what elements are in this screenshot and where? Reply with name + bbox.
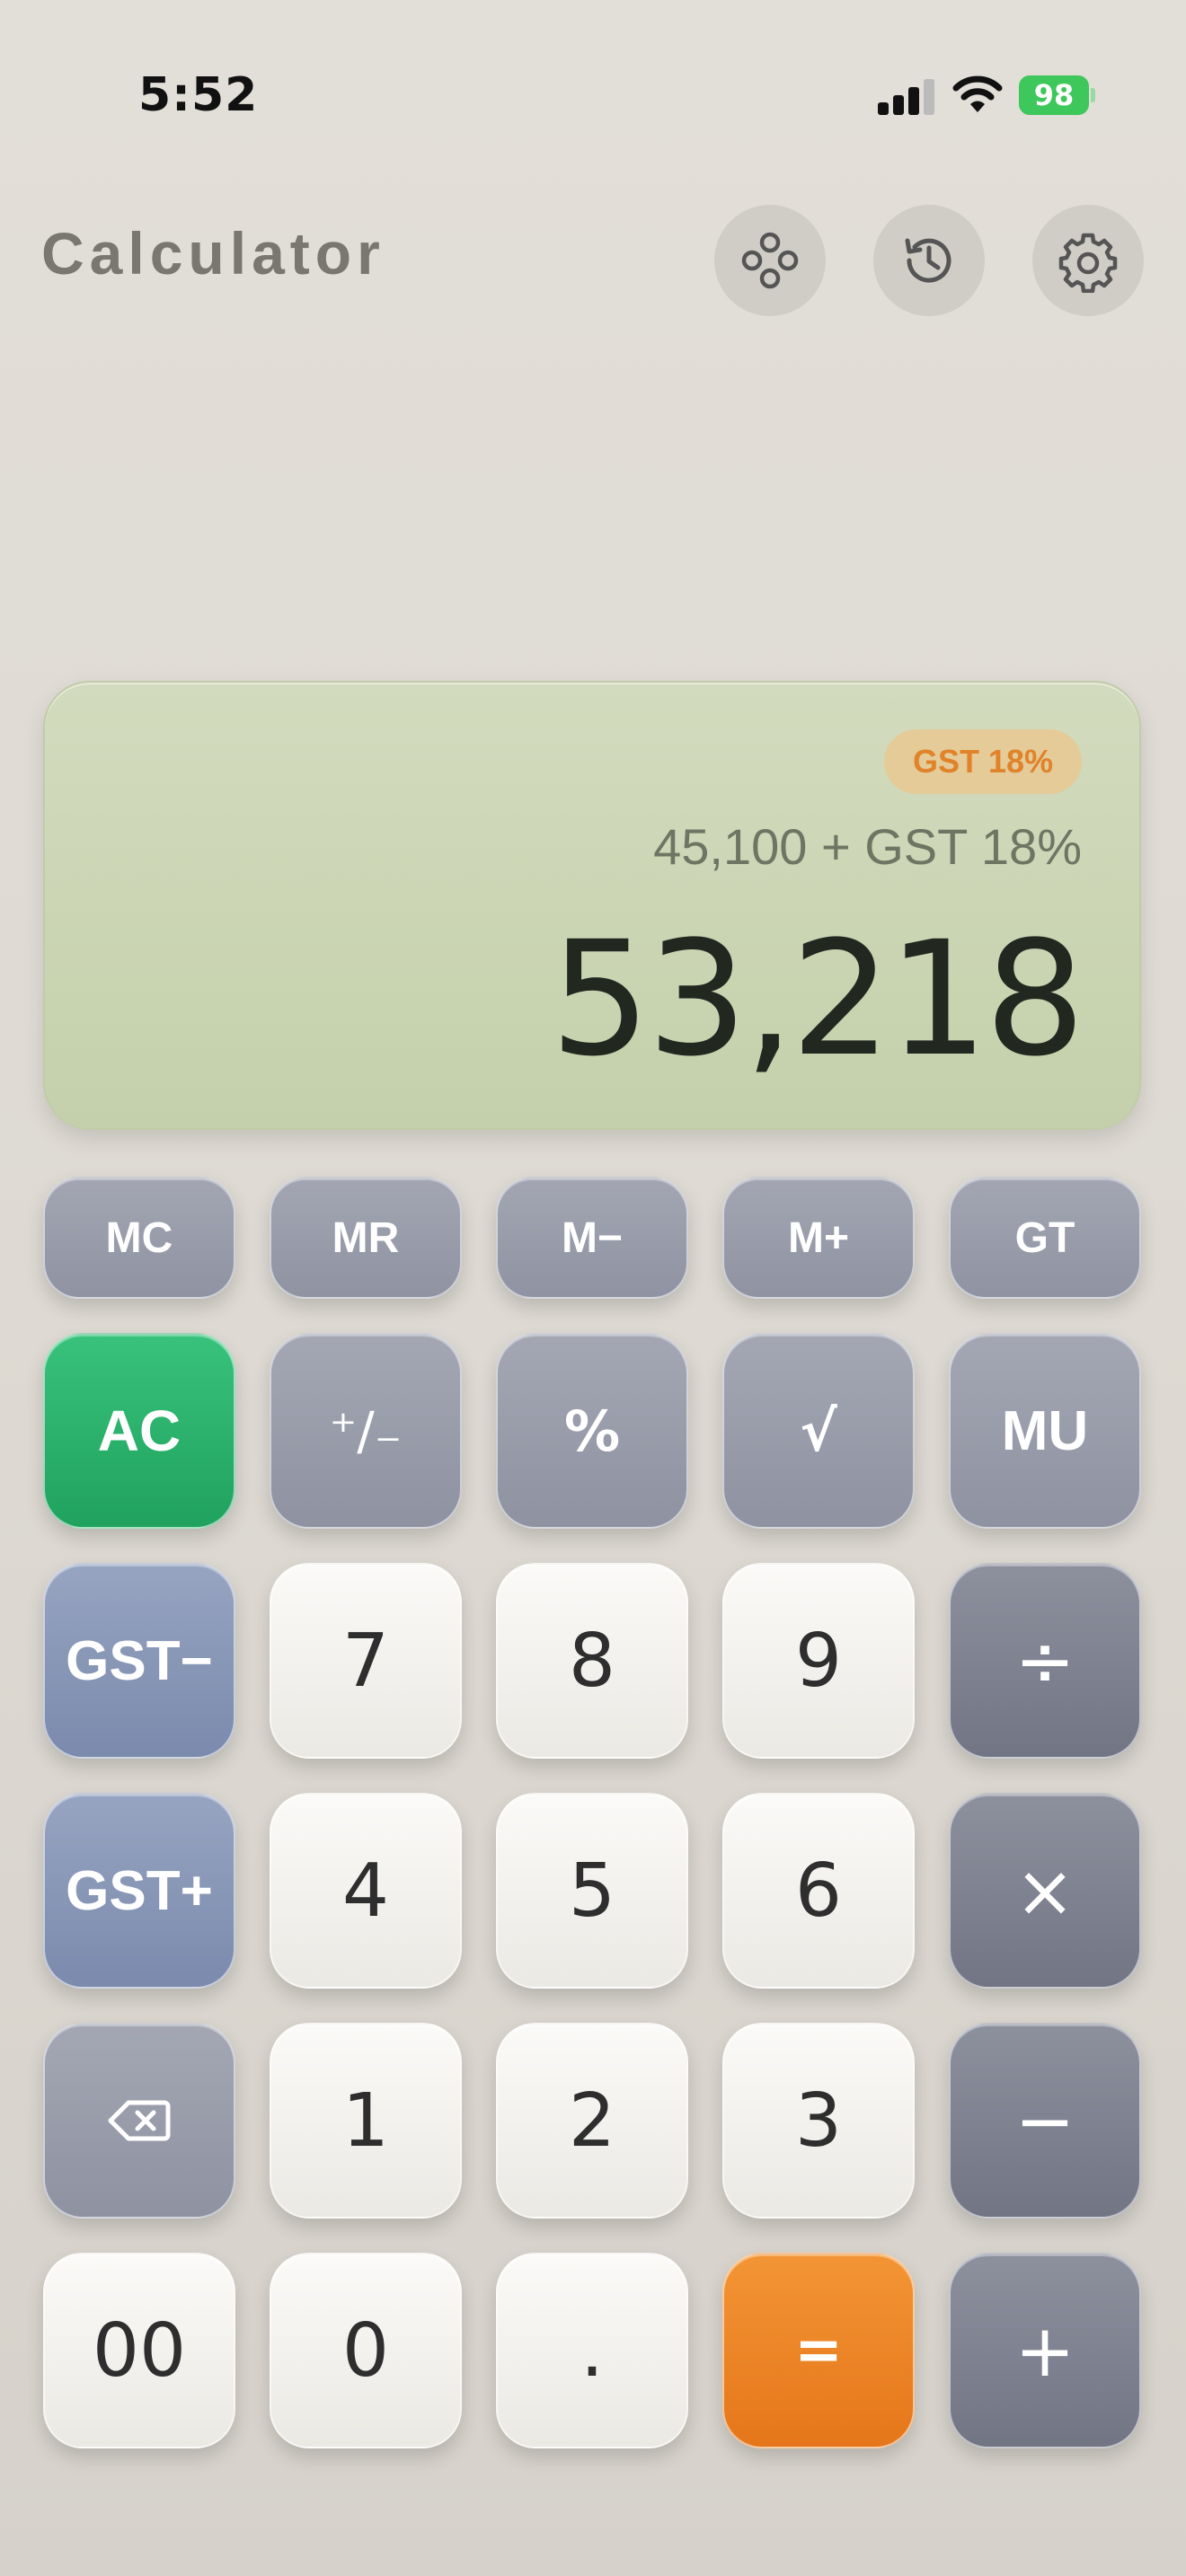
- equals-button[interactable]: =: [722, 2253, 915, 2448]
- backspace-icon: [108, 2100, 171, 2141]
- memory-clear-button[interactable]: MC: [43, 1177, 235, 1299]
- multiply-button[interactable]: ×: [949, 1793, 1141, 1989]
- percent-button[interactable]: %: [496, 1333, 688, 1529]
- digit-8-button[interactable]: 8: [496, 1563, 688, 1759]
- digit-3-button[interactable]: 3: [722, 2023, 915, 2219]
- history-button[interactable]: [873, 205, 985, 316]
- digit-6-button[interactable]: 6: [722, 1793, 915, 1989]
- all-clear-button[interactable]: AC: [43, 1333, 235, 1529]
- calculator-display: GST 18% 45,100 + GST 18% 53,218: [43, 681, 1141, 1130]
- result-value: 53,218: [550, 907, 1085, 1091]
- battery-level: 98: [1019, 75, 1089, 115]
- gst-minus-button[interactable]: GST−: [43, 1563, 235, 1759]
- mode-switch-icon: [741, 232, 799, 289]
- grand-total-button[interactable]: GT: [949, 1177, 1141, 1299]
- digit-4-button[interactable]: 4: [270, 1793, 462, 1989]
- gst-rate-badge[interactable]: GST 18%: [883, 729, 1082, 794]
- gst-plus-button[interactable]: GST+: [43, 1793, 235, 1989]
- digit-2-button[interactable]: 2: [496, 2023, 688, 2219]
- status-time: 5:52: [138, 68, 259, 122]
- double-zero-button[interactable]: 00: [43, 2253, 235, 2448]
- expression-text: 45,100 + GST 18%: [653, 818, 1082, 875]
- memory-plus-button[interactable]: M+: [722, 1177, 915, 1299]
- plus-minus-button[interactable]: ⁺∕₋: [270, 1333, 462, 1529]
- add-button[interactable]: +: [949, 2253, 1141, 2448]
- digit-0-button[interactable]: 0: [270, 2253, 462, 2448]
- page-title: Calculator: [41, 220, 385, 287]
- digit-1-button[interactable]: 1: [270, 2023, 462, 2219]
- battery-icon: 98: [1019, 75, 1095, 115]
- digit-7-button[interactable]: 7: [270, 1563, 462, 1759]
- digit-5-button[interactable]: 5: [496, 1793, 688, 1989]
- backspace-button[interactable]: [43, 2023, 235, 2219]
- cellular-signal-icon: [878, 77, 937, 115]
- digit-9-button[interactable]: 9: [722, 1563, 915, 1759]
- divide-button[interactable]: ÷: [949, 1563, 1141, 1759]
- square-root-button[interactable]: √: [722, 1333, 915, 1529]
- status-bar: 5:52 98: [0, 0, 1186, 180]
- memory-recall-button[interactable]: MR: [270, 1177, 462, 1299]
- markup-button[interactable]: MU: [949, 1333, 1141, 1529]
- subtract-button[interactable]: −: [949, 2023, 1141, 2219]
- history-icon: [905, 238, 951, 283]
- mode-switch-button[interactable]: [714, 205, 826, 316]
- decimal-button[interactable]: .: [496, 2253, 688, 2448]
- memory-minus-button[interactable]: M−: [496, 1177, 688, 1299]
- gear-icon: [1058, 233, 1118, 293]
- wifi-icon: [952, 75, 1003, 115]
- settings-button[interactable]: [1032, 205, 1144, 316]
